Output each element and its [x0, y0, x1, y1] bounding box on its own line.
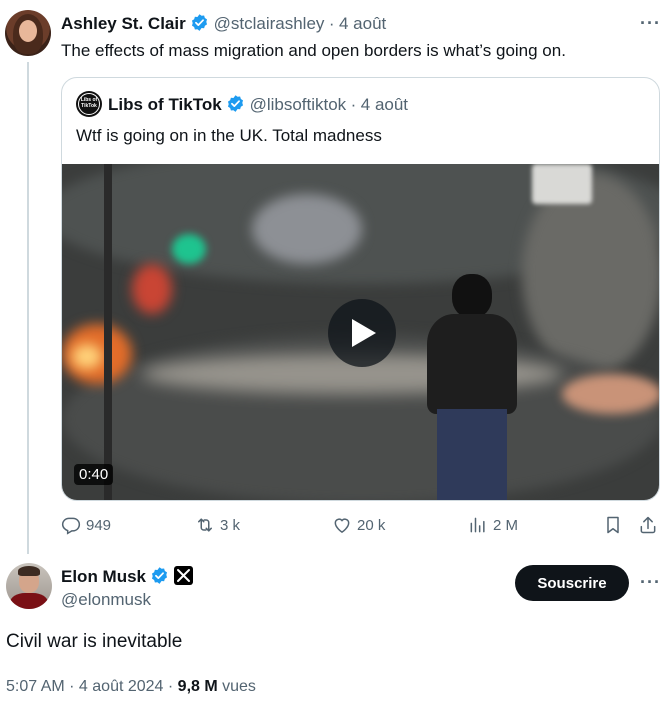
reply-icon	[61, 517, 81, 535]
more-options-icon[interactable]: ···	[640, 13, 661, 34]
repost-count: 3 k	[220, 516, 241, 534]
thread-line	[27, 62, 29, 554]
avatar-elon[interactable]	[6, 563, 52, 609]
parent-tweet-text: The effects of mass migration and open b…	[61, 41, 566, 60]
video-red-sign	[132, 264, 172, 314]
repost-icon	[198, 518, 212, 532]
subscribe-button[interactable]: Souscrire	[515, 565, 629, 601]
quoted-handle: @libsoftiktok	[249, 95, 347, 114]
avatar-hair	[18, 566, 40, 576]
separator: ·	[350, 95, 357, 114]
verified-badge-icon	[192, 14, 208, 31]
video-figure-head	[452, 274, 492, 318]
repost-button[interactable]: 3 k	[195, 515, 240, 535]
main-author-name[interactable]: Elon Musk	[61, 567, 146, 586]
quoted-author-name: Libs of TikTok	[108, 95, 222, 114]
parent-date[interactable]: 4 août	[339, 14, 386, 33]
video-player[interactable]: 0:40	[62, 164, 659, 500]
separator: ·	[328, 14, 335, 33]
video-pole	[104, 164, 112, 500]
x-affiliate-icon[interactable]	[173, 566, 193, 585]
video-traffic-light	[172, 234, 206, 264]
x-logo-icon	[176, 569, 190, 582]
views-count: 2 M	[493, 516, 519, 534]
reply-count: 949	[86, 516, 112, 534]
views-icon	[470, 517, 485, 533]
video-ground-fire	[562, 374, 659, 414]
main-handle[interactable]: @elonmusk	[61, 590, 151, 610]
share-button[interactable]	[638, 515, 663, 535]
avatar-ashley[interactable]	[5, 10, 51, 56]
quoted-date: 4 août	[360, 95, 409, 114]
verified-badge-icon	[152, 567, 168, 584]
parent-handle[interactable]: @stclairashley	[214, 14, 325, 33]
video-figure-legs	[437, 409, 507, 500]
main-tweet-text: Civil war is inevitable	[6, 631, 183, 652]
avatar-logo-text: Libs of TikTok	[80, 97, 98, 109]
more-options-icon[interactable]: ···	[640, 572, 661, 593]
like-icon	[334, 518, 350, 533]
play-button[interactable]	[328, 299, 396, 367]
tweet-meta: 5:07 AM · 4 août 2024 · 9,8 M vues	[6, 678, 256, 696]
bookmark-button[interactable]	[603, 515, 628, 535]
views-button[interactable]: 2 M	[468, 515, 518, 535]
avatar-body	[10, 593, 48, 609]
avatar-face	[19, 20, 37, 42]
share-icon	[640, 516, 656, 534]
like-button[interactable]: 20 k	[332, 515, 385, 535]
tweet-timestamp[interactable]: 5:07 AM · 4 août 2024 ·	[6, 678, 178, 695]
parent-author-name[interactable]: Ashley St. Clair	[61, 14, 186, 33]
bookmark-icon	[607, 516, 619, 534]
quoted-tweet-header: Libs of TikTok @libsoftiktok · 4 août	[108, 94, 408, 115]
tweet-views-label: vues	[217, 678, 256, 695]
quoted-tweet-text: Wtf is going on in the UK. Total madness	[76, 126, 382, 145]
video-duration: 0:40	[74, 464, 114, 485]
video-fire-core	[72, 344, 102, 369]
quoted-tweet-card[interactable]: Libs of TikTok Libs of TikTok @libsoftik…	[61, 77, 660, 501]
video-smoke	[252, 194, 362, 264]
video-light	[532, 164, 592, 204]
reply-button[interactable]: 949	[61, 515, 111, 535]
avatar-libsoftiktok: Libs of TikTok	[76, 91, 102, 117]
video-figure-body	[427, 314, 517, 414]
video-building	[522, 174, 659, 374]
main-tweet-header: Elon Musk	[61, 566, 193, 587]
verified-badge-icon	[228, 95, 244, 112]
tweet-views-count[interactable]: 9,8 M	[178, 678, 218, 695]
like-count: 20 k	[357, 516, 386, 534]
play-icon	[352, 319, 376, 347]
parent-tweet-header: Ashley St. Clair @stclairashley · 4 août	[61, 13, 386, 34]
